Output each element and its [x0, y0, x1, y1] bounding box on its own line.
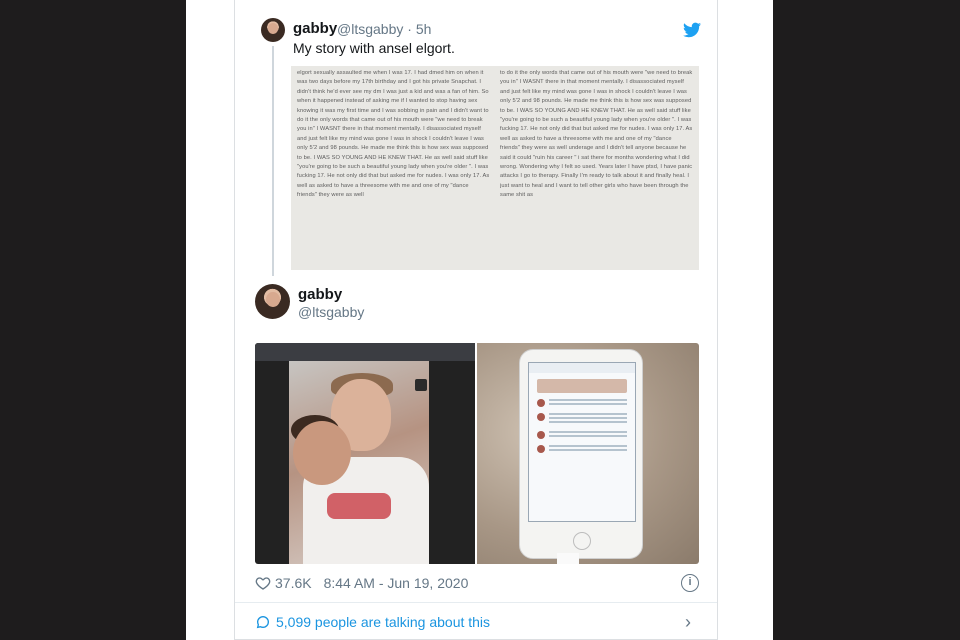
phone-message-lines — [549, 445, 627, 453]
photo-frame-top — [255, 343, 475, 361]
phone-avatar-dot — [537, 399, 545, 407]
photo-selfie[interactable] — [255, 343, 475, 564]
speech-bubble-icon — [256, 615, 270, 629]
thread-line — [272, 46, 274, 276]
camera-icon — [415, 379, 427, 391]
reply-avatar[interactable] — [255, 284, 290, 319]
photo-face-second — [293, 421, 351, 485]
photo-shirt-print — [327, 493, 391, 519]
phone-message — [537, 413, 627, 425]
phone-message — [537, 445, 627, 453]
phone-screen — [528, 362, 636, 522]
left-background-bar — [0, 0, 186, 640]
phone-message — [537, 431, 627, 439]
like-count[interactable]: 37.6K — [275, 575, 312, 591]
phone-home-button — [573, 532, 591, 550]
chevron-right-icon[interactable]: › — [685, 612, 691, 633]
reply-handle[interactable]: @ltsgabby — [298, 304, 364, 320]
phone-avatar-dot — [537, 413, 545, 421]
phone-message-lines — [549, 413, 627, 425]
right-background-bar — [773, 0, 960, 640]
phone-cable — [557, 553, 579, 564]
phone-device — [519, 349, 643, 559]
text-column-right: to do it the only words that came out of… — [500, 70, 693, 199]
divider — [235, 602, 717, 603]
tweet-actions: 37.6K 8:44 AM - Jun 19, 2020 — [255, 574, 468, 592]
phone-image-strip — [537, 379, 627, 393]
avatar[interactable] — [261, 18, 285, 42]
display-name[interactable]: gabby — [293, 20, 337, 37]
phone-topbar — [529, 363, 635, 373]
phone-message — [537, 399, 627, 407]
tweet-text: My story with ansel elgort. — [293, 40, 455, 56]
conversation-link[interactable]: 5,099 people are talking about this — [255, 612, 490, 632]
reply-display-name[interactable]: gabby — [298, 286, 342, 303]
tweet-card: gabby @ltsgabby · 5h My story with ansel… — [234, 0, 718, 640]
media-gallery — [255, 343, 699, 564]
info-icon[interactable]: i — [681, 574, 699, 592]
twitter-bird-icon[interactable] — [683, 22, 701, 38]
conversation-text[interactable]: 5,099 people are talking about this — [276, 614, 490, 630]
user-handle[interactable]: @ltsgabby · 5h — [337, 21, 431, 37]
phone-avatar-dot — [537, 445, 545, 453]
phone-message-lines — [549, 431, 627, 439]
handle-text[interactable]: @ltsgabby — [337, 21, 403, 37]
text-screenshot-image[interactable]: elgort sexually assaulted me when I was … — [291, 66, 699, 270]
text-column-left: elgort sexually assaulted me when I was … — [297, 70, 490, 199]
phone-avatar-dot — [537, 431, 545, 439]
tweet-timestamp[interactable]: 8:44 AM - Jun 19, 2020 — [324, 575, 469, 591]
photo-phone[interactable] — [477, 343, 699, 564]
heart-icon[interactable] — [255, 575, 271, 591]
phone-message-lines — [549, 399, 627, 407]
tweet-age[interactable]: 5h — [416, 21, 432, 37]
